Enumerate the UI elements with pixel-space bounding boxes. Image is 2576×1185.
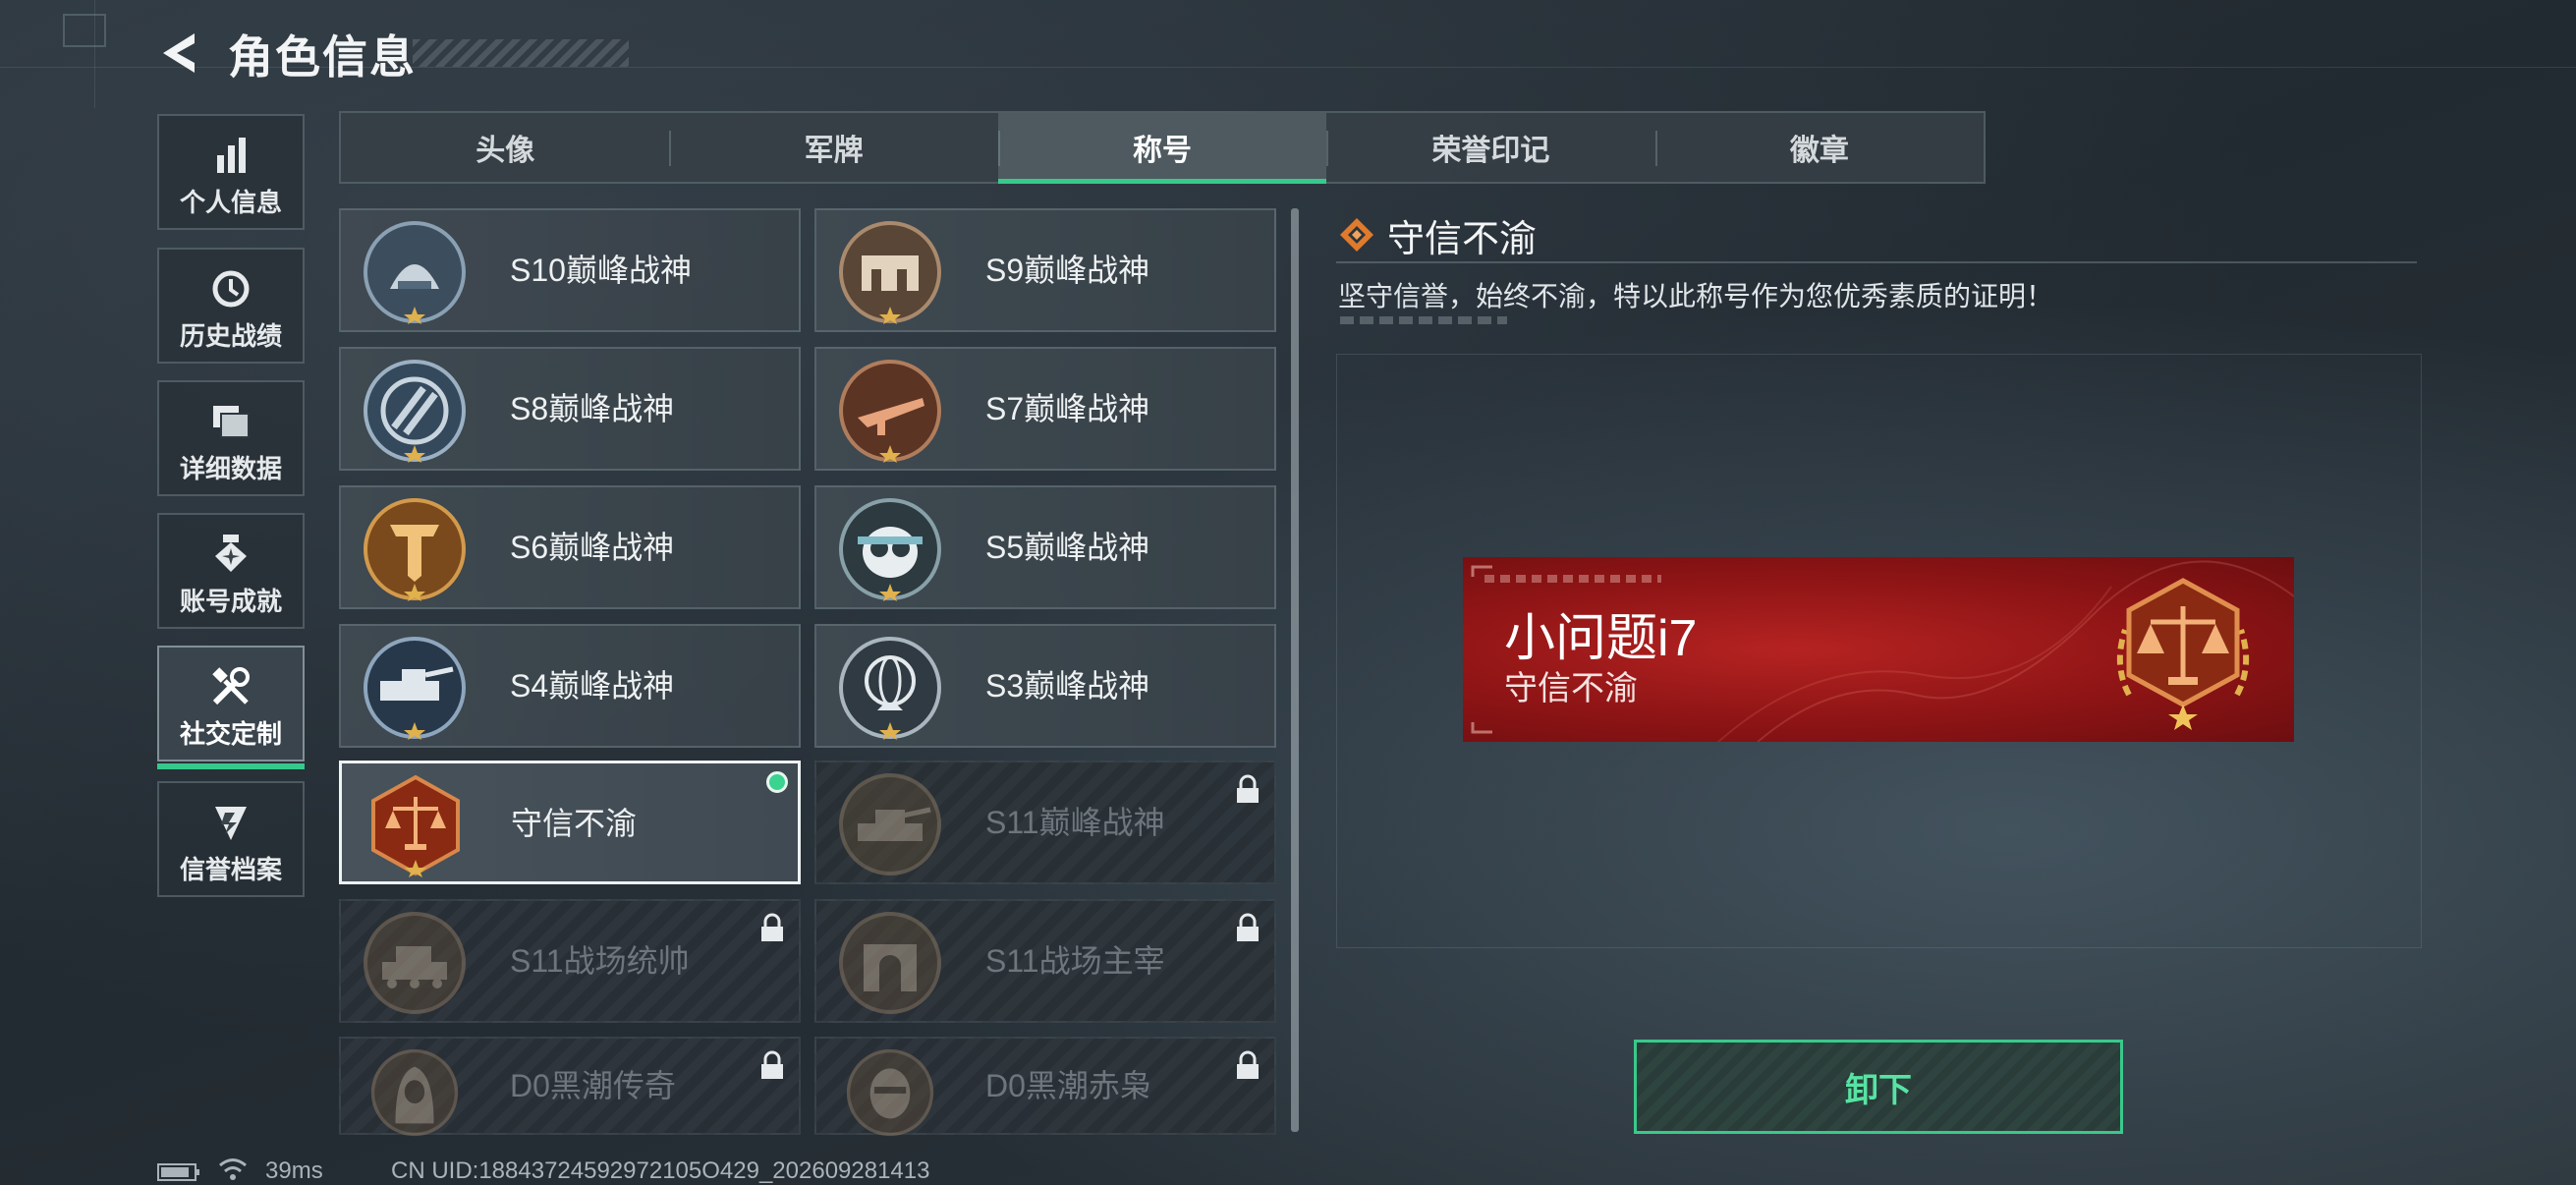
title-card-locked[interactable]: D0黑潮赤枭 bbox=[814, 1037, 1276, 1137]
slash-emblem-icon bbox=[364, 360, 466, 463]
title-card[interactable]: S8巅峰战神 bbox=[339, 347, 801, 471]
history-clock-icon bbox=[212, 270, 250, 308]
folder-icon bbox=[213, 406, 250, 438]
title-card-locked[interactable]: S11战场主宰 bbox=[814, 899, 1276, 1023]
title-name: 守信不渝 bbox=[511, 806, 638, 841]
title-name: S11战场统帅 bbox=[510, 943, 690, 979]
title-card[interactable]: S7巅峰战神 bbox=[814, 347, 1276, 471]
tank-emblem-icon bbox=[364, 912, 466, 1014]
list-scrollbar[interactable] bbox=[1291, 208, 1299, 1132]
detail-decoration bbox=[1340, 316, 1507, 324]
detail-description: 坚守信誉，始终不渝，特以此称号作为您优秀素质的证明！ bbox=[1338, 281, 2054, 311]
nav-label: 账号成就 bbox=[179, 587, 282, 616]
title-name: D0黑潮传奇 bbox=[510, 1068, 676, 1103]
detail-divider bbox=[1336, 261, 2417, 263]
nav-item-personal-info[interactable]: 个人信息 bbox=[157, 114, 305, 230]
uid-readout: CN UID:18843724592972105O429_20260928141… bbox=[391, 1157, 930, 1184]
title-card[interactable]: S3巅峰战神 bbox=[814, 624, 1276, 748]
lock-icon bbox=[1237, 774, 1259, 803]
diamond-title-icon bbox=[1340, 218, 1373, 252]
title-card-locked[interactable]: D0黑潮传奇 bbox=[339, 1037, 801, 1137]
nameplate-player-name: 小问题i7 bbox=[1504, 610, 1698, 667]
title-name: S4巅峰战神 bbox=[510, 668, 675, 704]
title-name: S3巅峰战神 bbox=[985, 668, 1150, 704]
title-name: S11战场主宰 bbox=[985, 943, 1165, 979]
title-decoration bbox=[413, 39, 629, 67]
detail-title: 守信不渝 bbox=[1387, 219, 1538, 260]
globe-emblem-icon bbox=[839, 637, 941, 740]
ping-readout: 39ms bbox=[265, 1157, 323, 1184]
nameplate-code-strip bbox=[1484, 575, 1661, 583]
title-card-locked[interactable]: S11巅峰战神 bbox=[814, 761, 1276, 884]
title-card-locked[interactable]: S11战场统帅 bbox=[339, 899, 801, 1023]
tab-honor-mark[interactable]: 荣誉印记 bbox=[1326, 113, 1654, 182]
tab-badge[interactable]: 徽章 bbox=[1654, 113, 1984, 182]
nav-item-history[interactable]: 历史战绩 bbox=[157, 248, 305, 364]
lock-icon bbox=[761, 1050, 783, 1079]
title-name: S5巅峰战神 bbox=[985, 530, 1150, 565]
nav-label: 详细数据 bbox=[179, 454, 282, 483]
tab-title[interactable]: 称号 bbox=[997, 113, 1327, 184]
t-shield-emblem-icon bbox=[364, 498, 466, 601]
title-card[interactable]: S10巅峰战神 bbox=[339, 208, 801, 332]
nav-item-detailed-data[interactable]: 详细数据 bbox=[157, 380, 305, 496]
title-name: S7巅峰战神 bbox=[985, 391, 1150, 426]
title-name: S11巅峰战神 bbox=[985, 805, 1165, 840]
title-name: S10巅峰战神 bbox=[510, 253, 692, 288]
lock-icon bbox=[1237, 913, 1259, 941]
title-name: S6巅峰战神 bbox=[510, 530, 675, 565]
scales-emblem-icon bbox=[2116, 578, 2250, 730]
medal-icon bbox=[215, 535, 247, 572]
helmet-emblem-icon bbox=[364, 221, 466, 324]
arch-emblem-icon bbox=[839, 912, 941, 1014]
page-title: 角色信息 bbox=[228, 31, 417, 83]
rifle-emblem-icon bbox=[839, 360, 941, 463]
corner-decoration bbox=[63, 14, 106, 47]
title-card[interactable]: S6巅峰战神 bbox=[339, 485, 801, 609]
skull-mask-emblem-icon bbox=[839, 498, 941, 601]
tab-avatar[interactable]: 头像 bbox=[341, 113, 669, 182]
title-card[interactable]: S4巅峰战神 bbox=[339, 624, 801, 748]
shield-chevron-icon bbox=[215, 807, 247, 840]
wifi-icon bbox=[219, 1158, 247, 1180]
nav-item-credit-record[interactable]: 信誉档案 bbox=[157, 781, 305, 897]
title-card[interactable]: S9巅峰战神 bbox=[814, 208, 1276, 332]
nav-label: 信誉档案 bbox=[179, 855, 282, 884]
nameplate-preview: 小问题i7 守信不渝 bbox=[1463, 557, 2294, 742]
fortress-emblem-icon bbox=[839, 221, 941, 324]
armored-vehicle-emblem-icon bbox=[364, 637, 466, 740]
back-arrow-icon[interactable] bbox=[155, 28, 206, 79]
nav-label: 个人信息 bbox=[179, 188, 282, 217]
title-name: D0黑潮赤枭 bbox=[985, 1068, 1151, 1103]
active-indicator bbox=[157, 763, 305, 769]
scales-emblem-icon bbox=[371, 774, 460, 877]
nav-label: 社交定制 bbox=[179, 719, 282, 749]
lock-icon bbox=[761, 913, 783, 941]
nav-item-social-customization[interactable]: 社交定制 bbox=[157, 646, 305, 769]
unequip-button[interactable]: 卸下 bbox=[1634, 1040, 2123, 1134]
title-name: S9巅峰战神 bbox=[985, 253, 1150, 288]
category-tabs: 头像 军牌 称号 荣誉印记 徽章 bbox=[339, 111, 1986, 184]
bar-chart-icon bbox=[217, 138, 246, 173]
nav-item-achievements[interactable]: 账号成就 bbox=[157, 513, 305, 629]
title-name: S8巅峰战神 bbox=[510, 391, 675, 426]
equipped-indicator bbox=[766, 771, 788, 793]
title-card[interactable]: S5巅峰战神 bbox=[814, 485, 1276, 609]
lock-icon bbox=[1237, 1050, 1259, 1079]
title-card-selected[interactable]: 守信不渝 bbox=[339, 761, 801, 884]
masked-face-emblem-icon bbox=[846, 1048, 934, 1137]
nav-label: 历史战绩 bbox=[179, 321, 282, 351]
tab-dog-tag[interactable]: 军牌 bbox=[669, 113, 997, 182]
tank-emblem-icon bbox=[839, 773, 941, 875]
wrench-screwdriver-icon bbox=[212, 667, 250, 705]
nameplate-title: 守信不渝 bbox=[1504, 670, 1638, 707]
hooded-figure-emblem-icon bbox=[370, 1048, 459, 1137]
battery-icon bbox=[157, 1163, 199, 1181]
